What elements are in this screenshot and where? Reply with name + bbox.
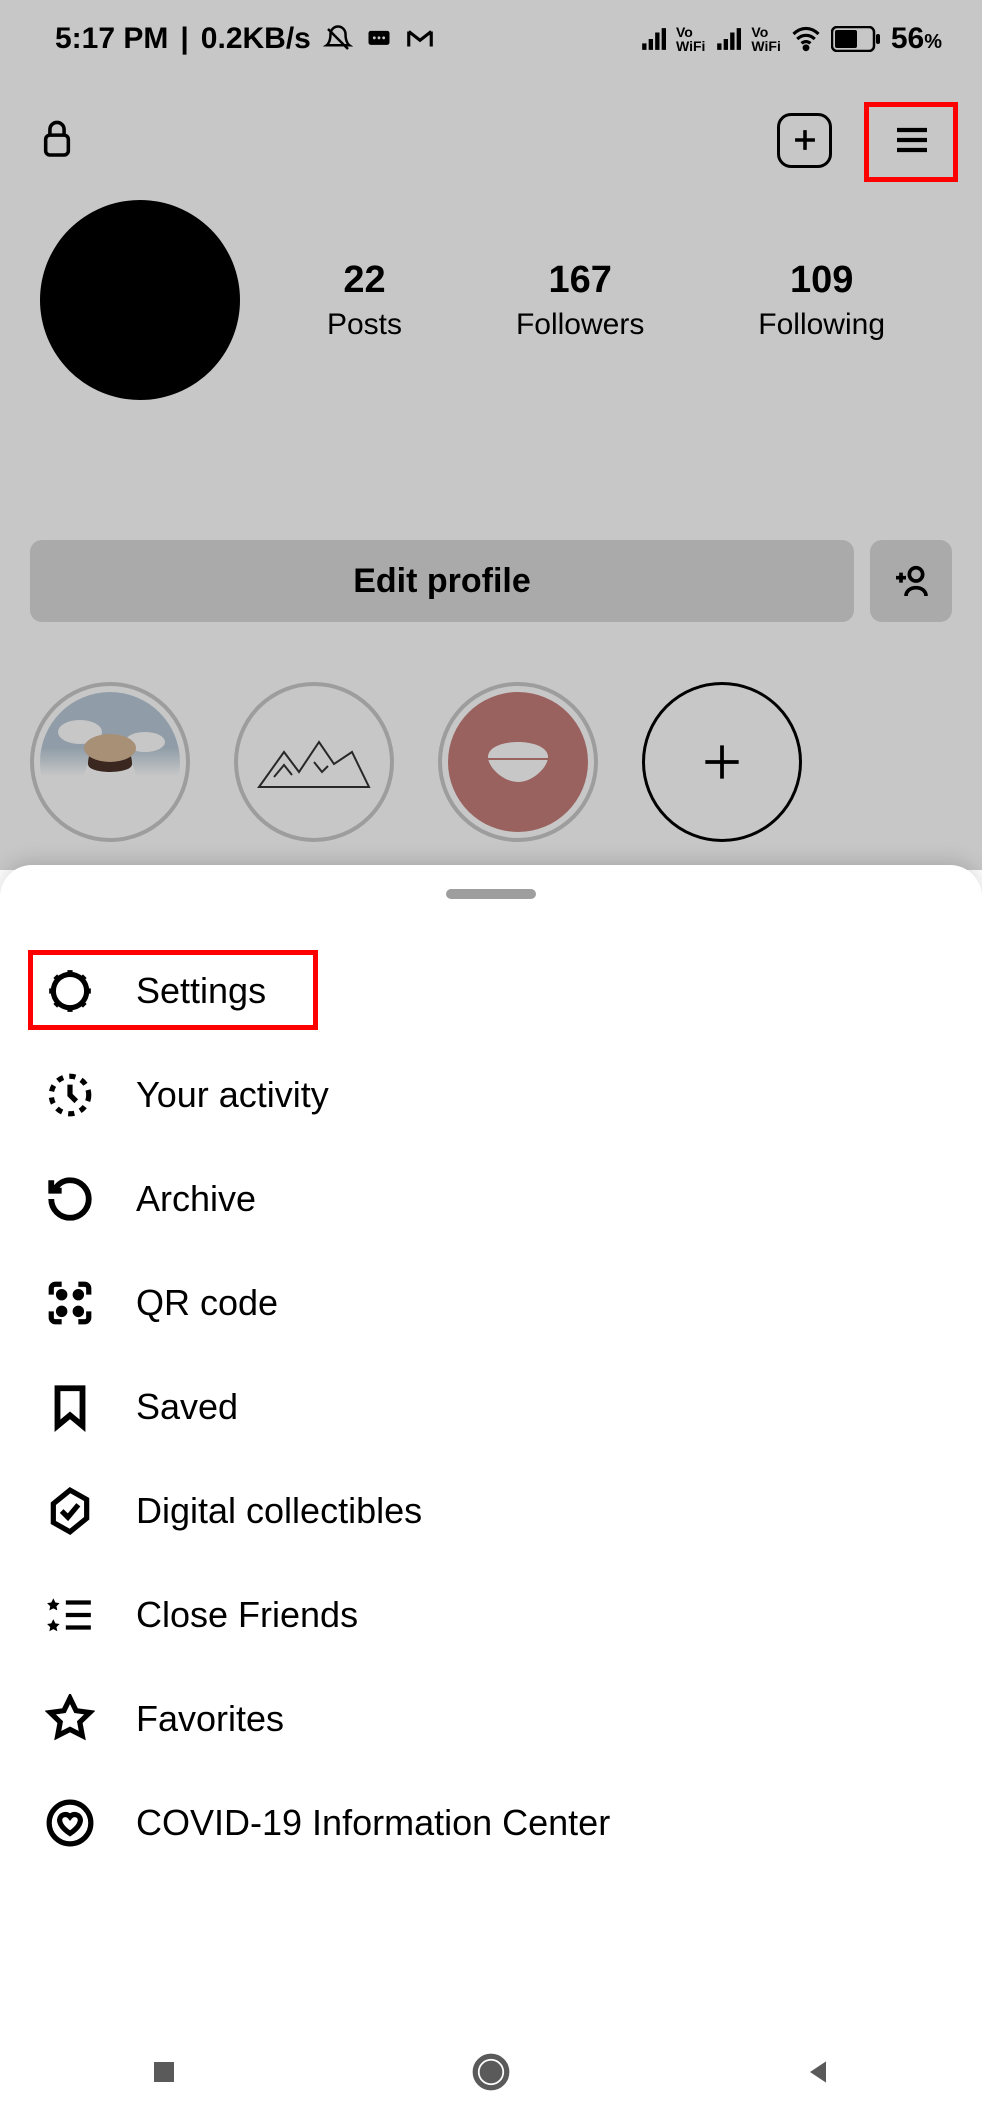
- star-icon: [44, 1693, 96, 1745]
- posts-stat[interactable]: 22 Posts: [327, 259, 402, 342]
- status-bar: 5:17 PM | 0.2KB/s VoWiFi VoWiFi: [0, 0, 982, 70]
- status-sep: |: [180, 22, 188, 56]
- archive-icon: [44, 1173, 96, 1225]
- hamburger-menu-button[interactable]: [872, 100, 952, 180]
- add-highlight-button[interactable]: [642, 682, 802, 842]
- profile-background: 5:17 PM | 0.2KB/s VoWiFi VoWiFi: [0, 0, 982, 870]
- profile-avatar[interactable]: [40, 200, 240, 400]
- vowifi-1-label: VoWiFi: [676, 25, 705, 53]
- sheet-grabber[interactable]: [446, 889, 536, 899]
- story-highlight-3[interactable]: [438, 682, 598, 842]
- star-list-icon: [44, 1589, 96, 1641]
- nav-home-button[interactable]: [470, 2051, 512, 2093]
- following-stat[interactable]: 109 Following: [758, 259, 885, 342]
- discover-people-button[interactable]: [870, 540, 952, 622]
- menu-label: Saved: [136, 1386, 238, 1428]
- bookmark-icon: [44, 1381, 96, 1433]
- followers-stat[interactable]: 167 Followers: [516, 259, 644, 342]
- status-time: 5:17 PM: [55, 22, 168, 56]
- menu-label: Close Friends: [136, 1594, 358, 1636]
- followers-label: Followers: [516, 308, 644, 342]
- menu-label: Settings: [136, 970, 266, 1012]
- status-net-speed: 0.2KB/s: [201, 22, 311, 56]
- vowifi-2-label: VoWiFi: [751, 25, 780, 53]
- heart-circle-icon: [44, 1797, 96, 1849]
- menu-item-close-friends[interactable]: Close Friends: [0, 1563, 982, 1667]
- menu-item-settings[interactable]: Settings: [0, 939, 982, 1043]
- menu-item-activity[interactable]: Your activity: [0, 1043, 982, 1147]
- private-lock-icon: [40, 118, 74, 163]
- sms-icon: [365, 25, 393, 53]
- menu-label: Favorites: [136, 1698, 284, 1740]
- menu-label: QR code: [136, 1282, 278, 1324]
- settings-icon: [44, 965, 96, 1017]
- menu-item-saved[interactable]: Saved: [0, 1355, 982, 1459]
- posts-label: Posts: [327, 308, 402, 342]
- menu-label: Your activity: [136, 1074, 329, 1116]
- menu-item-archive[interactable]: Archive: [0, 1147, 982, 1251]
- following-count: 109: [758, 259, 885, 302]
- android-nav-bar: [0, 2017, 982, 2127]
- nav-recent-button[interactable]: [143, 2051, 185, 2093]
- dnd-icon: [323, 24, 353, 54]
- battery-percent: 56%: [891, 22, 942, 56]
- hexagon-check-icon: [44, 1485, 96, 1537]
- gmail-icon: [405, 24, 435, 54]
- menu-label: COVID-19 Information Center: [136, 1802, 610, 1844]
- wifi-icon: [791, 24, 821, 54]
- signal-1-icon: [640, 26, 666, 52]
- story-highlight-2[interactable]: [234, 682, 394, 842]
- menu-label: Digital collectibles: [136, 1490, 422, 1532]
- menu-label: Archive: [136, 1178, 256, 1220]
- menu-item-digital-collectibles[interactable]: Digital collectibles: [0, 1459, 982, 1563]
- bottom-sheet: Settings Your activity Archive QR code S…: [0, 865, 982, 2127]
- followers-count: 167: [516, 259, 644, 302]
- story-highlight-1[interactable]: [30, 682, 190, 842]
- activity-icon: [44, 1069, 96, 1121]
- signal-2-icon: [715, 26, 741, 52]
- edit-profile-label: Edit profile: [353, 562, 531, 601]
- menu-item-covid[interactable]: COVID-19 Information Center: [0, 1771, 982, 1875]
- create-post-button[interactable]: [777, 113, 832, 168]
- posts-count: 22: [327, 259, 402, 302]
- following-label: Following: [758, 308, 885, 342]
- battery-icon: [831, 26, 881, 52]
- qrcode-icon: [44, 1277, 96, 1329]
- edit-profile-button[interactable]: Edit profile: [30, 540, 854, 622]
- menu-item-qrcode[interactable]: QR code: [0, 1251, 982, 1355]
- menu-item-favorites[interactable]: Favorites: [0, 1667, 982, 1771]
- nav-back-button[interactable]: [797, 2051, 839, 2093]
